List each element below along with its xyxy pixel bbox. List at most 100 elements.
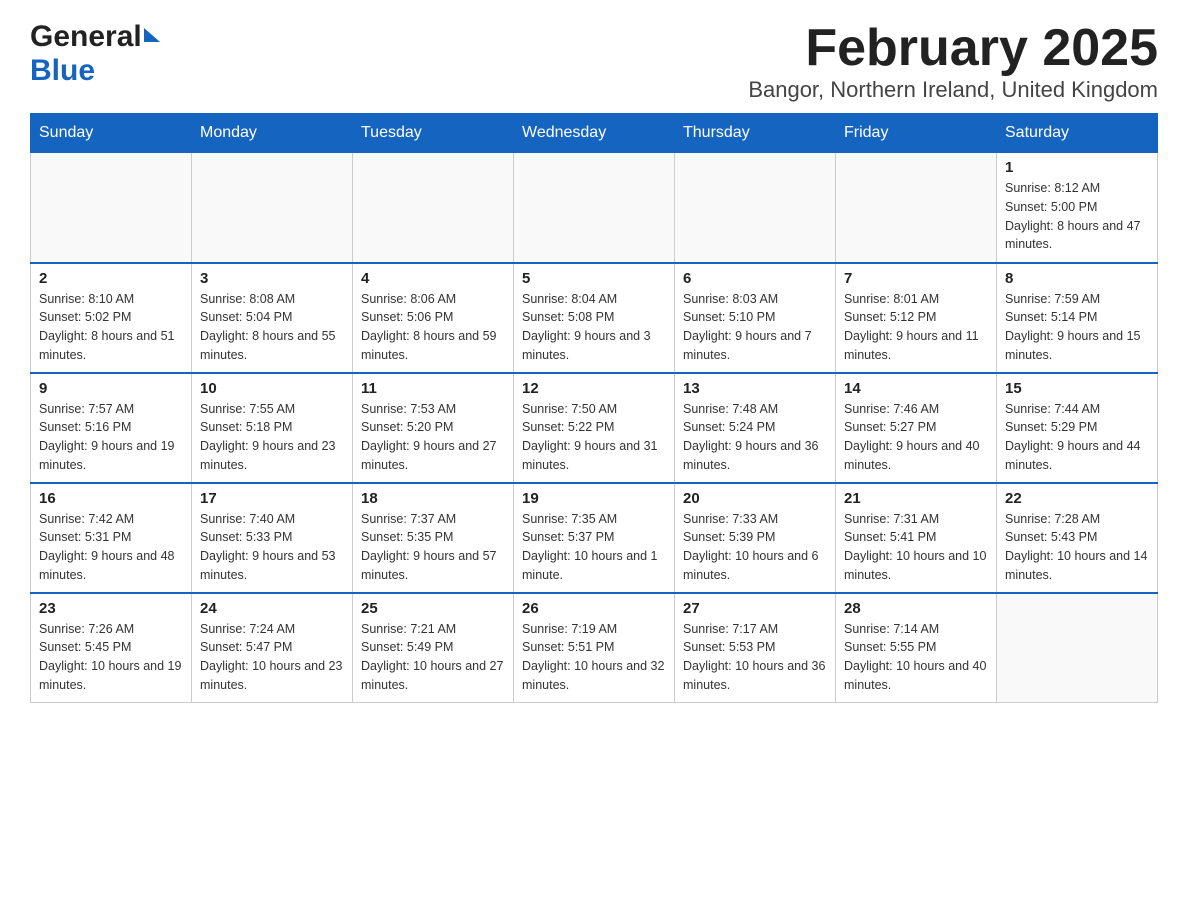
calendar-cell: 18Sunrise: 7:37 AMSunset: 5:35 PMDayligh… — [353, 483, 514, 593]
day-number: 17 — [200, 490, 344, 507]
day-info: Daylight: 9 hours and 27 minutes. — [361, 437, 505, 475]
day-info: Sunrise: 7:55 AM — [200, 400, 344, 419]
day-info: Daylight: 10 hours and 1 minute. — [522, 547, 666, 585]
day-info: Daylight: 10 hours and 10 minutes. — [844, 547, 988, 585]
calendar-cell: 8Sunrise: 7:59 AMSunset: 5:14 PMDaylight… — [997, 263, 1158, 373]
day-info: Sunrise: 7:57 AM — [39, 400, 183, 419]
calendar-cell: 4Sunrise: 8:06 AMSunset: 5:06 PMDaylight… — [353, 263, 514, 373]
day-info: Daylight: 9 hours and 44 minutes. — [1005, 437, 1149, 475]
day-info: Daylight: 10 hours and 40 minutes. — [844, 657, 988, 695]
calendar-cell: 2Sunrise: 8:10 AMSunset: 5:02 PMDaylight… — [31, 263, 192, 373]
day-info: Sunrise: 7:35 AM — [522, 510, 666, 529]
day-number: 24 — [200, 600, 344, 617]
day-info: Sunset: 5:31 PM — [39, 528, 183, 547]
day-number: 26 — [522, 600, 666, 617]
logo-general: General — [30, 20, 142, 54]
day-number: 1 — [1005, 159, 1149, 176]
day-info: Sunrise: 7:17 AM — [683, 620, 827, 639]
day-number: 19 — [522, 490, 666, 507]
logo-blue: Blue — [30, 54, 95, 87]
day-info: Sunrise: 7:50 AM — [522, 400, 666, 419]
day-info: Sunrise: 7:44 AM — [1005, 400, 1149, 419]
calendar-header-friday: Friday — [836, 114, 997, 153]
day-info: Daylight: 9 hours and 15 minutes. — [1005, 327, 1149, 365]
day-info: Sunset: 5:04 PM — [200, 308, 344, 327]
day-info: Sunrise: 7:33 AM — [683, 510, 827, 529]
day-info: Sunset: 5:45 PM — [39, 638, 183, 657]
logo-arrow-icon — [144, 28, 160, 42]
day-info: Sunset: 5:20 PM — [361, 418, 505, 437]
calendar-header-saturday: Saturday — [997, 114, 1158, 153]
calendar-header-sunday: Sunday — [31, 114, 192, 153]
calendar-cell: 15Sunrise: 7:44 AMSunset: 5:29 PMDayligh… — [997, 373, 1158, 483]
day-info: Sunset: 5:27 PM — [844, 418, 988, 437]
day-info: Sunset: 5:51 PM — [522, 638, 666, 657]
day-info: Daylight: 9 hours and 31 minutes. — [522, 437, 666, 475]
day-info: Sunset: 5:55 PM — [844, 638, 988, 657]
calendar-header-row: SundayMondayTuesdayWednesdayThursdayFrid… — [31, 114, 1158, 153]
day-number: 25 — [361, 600, 505, 617]
day-number: 20 — [683, 490, 827, 507]
calendar-cell: 16Sunrise: 7:42 AMSunset: 5:31 PMDayligh… — [31, 483, 192, 593]
day-info: Daylight: 9 hours and 7 minutes. — [683, 327, 827, 365]
title-area: February 2025 Bangor, Northern Ireland, … — [748, 20, 1158, 103]
month-title: February 2025 — [748, 20, 1158, 77]
calendar-cell — [836, 153, 997, 263]
day-info: Sunset: 5:39 PM — [683, 528, 827, 547]
day-info: Sunrise: 7:26 AM — [39, 620, 183, 639]
calendar-header-tuesday: Tuesday — [353, 114, 514, 153]
calendar-cell: 11Sunrise: 7:53 AMSunset: 5:20 PMDayligh… — [353, 373, 514, 483]
day-info: Sunrise: 7:21 AM — [361, 620, 505, 639]
calendar-cell: 23Sunrise: 7:26 AMSunset: 5:45 PMDayligh… — [31, 593, 192, 703]
day-info: Daylight: 9 hours and 53 minutes. — [200, 547, 344, 585]
calendar-cell: 7Sunrise: 8:01 AMSunset: 5:12 PMDaylight… — [836, 263, 997, 373]
day-info: Daylight: 10 hours and 27 minutes. — [361, 657, 505, 695]
day-number: 9 — [39, 380, 183, 397]
day-number: 8 — [1005, 270, 1149, 287]
day-info: Sunrise: 7:28 AM — [1005, 510, 1149, 529]
day-info: Daylight: 9 hours and 40 minutes. — [844, 437, 988, 475]
calendar-cell: 26Sunrise: 7:19 AMSunset: 5:51 PMDayligh… — [514, 593, 675, 703]
calendar-cell — [997, 593, 1158, 703]
calendar-cell — [514, 153, 675, 263]
day-info: Sunset: 5:24 PM — [683, 418, 827, 437]
day-info: Sunset: 5:14 PM — [1005, 308, 1149, 327]
day-info: Sunset: 5:43 PM — [1005, 528, 1149, 547]
day-info: Sunrise: 7:19 AM — [522, 620, 666, 639]
day-info: Sunset: 5:41 PM — [844, 528, 988, 547]
calendar-cell: 27Sunrise: 7:17 AMSunset: 5:53 PMDayligh… — [675, 593, 836, 703]
day-info: Sunset: 5:18 PM — [200, 418, 344, 437]
day-info: Daylight: 9 hours and 11 minutes. — [844, 327, 988, 365]
day-info: Sunrise: 7:46 AM — [844, 400, 988, 419]
calendar-header-wednesday: Wednesday — [514, 114, 675, 153]
day-info: Sunrise: 8:12 AM — [1005, 179, 1149, 198]
day-info: Sunset: 5:08 PM — [522, 308, 666, 327]
calendar-cell — [31, 153, 192, 263]
calendar-week-row: 9Sunrise: 7:57 AMSunset: 5:16 PMDaylight… — [31, 373, 1158, 483]
day-number: 6 — [683, 270, 827, 287]
day-info: Sunrise: 8:01 AM — [844, 290, 988, 309]
calendar-week-row: 2Sunrise: 8:10 AMSunset: 5:02 PMDaylight… — [31, 263, 1158, 373]
calendar-week-row: 1Sunrise: 8:12 AMSunset: 5:00 PMDaylight… — [31, 153, 1158, 263]
day-info: Daylight: 9 hours and 48 minutes. — [39, 547, 183, 585]
day-info: Sunset: 5:33 PM — [200, 528, 344, 547]
day-number: 23 — [39, 600, 183, 617]
day-number: 28 — [844, 600, 988, 617]
day-number: 4 — [361, 270, 505, 287]
calendar-cell: 19Sunrise: 7:35 AMSunset: 5:37 PMDayligh… — [514, 483, 675, 593]
day-info: Sunrise: 7:40 AM — [200, 510, 344, 529]
calendar-cell: 20Sunrise: 7:33 AMSunset: 5:39 PMDayligh… — [675, 483, 836, 593]
calendar-cell — [675, 153, 836, 263]
day-number: 21 — [844, 490, 988, 507]
calendar-cell: 28Sunrise: 7:14 AMSunset: 5:55 PMDayligh… — [836, 593, 997, 703]
day-info: Sunset: 5:35 PM — [361, 528, 505, 547]
day-info: Sunset: 5:29 PM — [1005, 418, 1149, 437]
day-info: Sunset: 5:02 PM — [39, 308, 183, 327]
day-number: 3 — [200, 270, 344, 287]
calendar-cell — [192, 153, 353, 263]
day-number: 10 — [200, 380, 344, 397]
calendar-header-thursday: Thursday — [675, 114, 836, 153]
day-number: 13 — [683, 380, 827, 397]
day-info: Sunset: 5:12 PM — [844, 308, 988, 327]
calendar-week-row: 16Sunrise: 7:42 AMSunset: 5:31 PMDayligh… — [31, 483, 1158, 593]
